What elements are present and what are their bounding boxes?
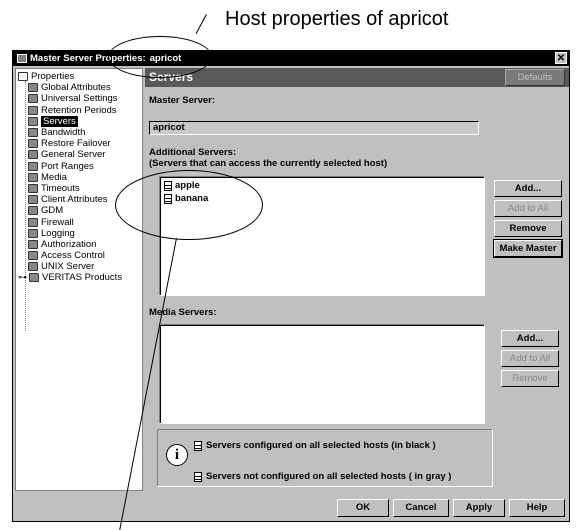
- window-titlebar: Master Server Properties: apricot ✕: [13, 51, 569, 66]
- unix-server-icon: [28, 262, 38, 272]
- master-server-properties-window: Master Server Properties: apricot ✕ Prop…: [12, 50, 570, 522]
- logging-icon: [28, 228, 38, 238]
- tree-item-label: Logging: [41, 227, 75, 239]
- legend-not-configured: Servers not configured on all selected h…: [194, 471, 451, 482]
- add-server-button[interactable]: Add...: [494, 180, 562, 197]
- tree-item-label: Media: [41, 171, 67, 183]
- legend-configured: Servers configured on all selected hosts…: [194, 440, 436, 451]
- bandwidth-icon: [28, 128, 38, 138]
- tree-item-port-ranges[interactable]: Port Ranges: [16, 161, 142, 172]
- remove-media-server-button[interactable]: Remove: [501, 370, 559, 387]
- tree-item-label: VERITAS Products: [42, 272, 123, 284]
- authorization-icon: [28, 239, 38, 249]
- tree-item-label: Access Control: [41, 250, 105, 262]
- annotation-leader-line: [195, 14, 207, 34]
- retention-icon: [28, 105, 38, 115]
- servers-panel: Servers Defaults Master Server: apricot …: [145, 68, 569, 491]
- tree-item-label: Firewall: [41, 216, 74, 228]
- clock-icon: [28, 183, 38, 193]
- properties-icon: [18, 72, 28, 82]
- tree-item-general-server[interactable]: General Server: [16, 149, 142, 160]
- tree-item-label: Timeouts: [41, 182, 80, 194]
- access-control-icon: [28, 251, 38, 261]
- tree-item-access-control[interactable]: Access Control: [16, 250, 142, 261]
- info-icon: i: [166, 444, 188, 466]
- port-icon: [28, 161, 38, 171]
- panel-header: Servers Defaults: [145, 68, 569, 87]
- legend-box: i Servers configured on all selected hos…: [157, 429, 493, 487]
- help-button[interactable]: Help: [509, 499, 565, 517]
- tree-item-media[interactable]: Media: [16, 172, 142, 183]
- cancel-button[interactable]: Cancel: [393, 499, 449, 517]
- callout-ellipse-servers: [115, 170, 263, 240]
- tree-item-label: Universal Settings: [41, 93, 118, 105]
- server-icon: [28, 116, 38, 126]
- tree-item-bandwidth[interactable]: Bandwidth: [16, 127, 142, 138]
- add-media-server-button[interactable]: Add...: [501, 330, 559, 347]
- window-app-icon: [17, 54, 27, 63]
- tree-item-unix-server[interactable]: UNIX Server: [16, 261, 142, 272]
- tree-item-label: General Server: [41, 149, 106, 161]
- tree-item-label: Global Attributes: [41, 82, 111, 94]
- media-servers-label: Media Servers:: [149, 307, 217, 318]
- additional-servers-sublabel: (Servers that can access the currently s…: [149, 158, 388, 169]
- make-master-button[interactable]: Make Master: [493, 239, 563, 258]
- media-add-to-all-button[interactable]: Add to All: [501, 350, 559, 367]
- failover-icon: [28, 139, 38, 149]
- ok-button[interactable]: OK: [337, 499, 389, 517]
- callout-ellipse-title: [108, 36, 212, 78]
- tree-item-label: Restore Failover: [41, 138, 111, 150]
- tree-item-retention-periods[interactable]: Retention Periods: [16, 105, 142, 116]
- media-servers-list[interactable]: [159, 324, 485, 424]
- properties-tree: Properties Global Attributes Universal Set…: [15, 68, 143, 491]
- server-icon: [28, 150, 38, 160]
- add-to-all-button[interactable]: Add to All: [494, 200, 562, 217]
- annotation-host-properties: Host properties of apricot: [225, 8, 449, 30]
- additional-servers-label: Additional Servers:: [149, 147, 237, 158]
- tree-item-servers[interactable]: Servers: [16, 115, 142, 127]
- tree-item-universal-settings[interactable]: Universal Settings: [16, 93, 142, 104]
- remove-server-button[interactable]: Remove: [494, 220, 562, 237]
- expand-icon[interactable]: ⊶: [18, 272, 28, 283]
- tree-item-veritas-products[interactable]: ⊶ VERITAS Products: [16, 272, 142, 283]
- tree-item-authorization[interactable]: Authorization: [16, 239, 142, 250]
- client-icon: [28, 195, 38, 205]
- close-icon[interactable]: ✕: [555, 52, 567, 64]
- tree-item-label: Bandwidth: [41, 127, 86, 139]
- settings-icon: [28, 94, 38, 104]
- legend-configured-text: Servers configured on all selected hosts…: [206, 440, 436, 451]
- globe-icon: [28, 83, 38, 93]
- server-icon: [194, 471, 202, 482]
- tree-item-label: GDM: [41, 205, 64, 217]
- master-server-field: apricot: [149, 121, 479, 135]
- tree-item-global-attributes[interactable]: Global Attributes: [16, 82, 142, 93]
- tree-item-properties[interactable]: Properties: [16, 71, 142, 82]
- apply-button[interactable]: Apply: [453, 499, 505, 517]
- media-icon: [28, 172, 38, 182]
- tree-item-label: Retention Periods: [41, 104, 117, 116]
- tree-item-label: Port Ranges: [41, 160, 94, 172]
- tree-item-logging[interactable]: Logging: [16, 228, 142, 239]
- tree-item-label: Client Attributes: [41, 194, 108, 206]
- gdm-icon: [28, 206, 38, 216]
- tree-item-label: Properties: [31, 71, 75, 83]
- server-icon: [194, 440, 202, 451]
- dialog-button-bar: OK Cancel Apply Help: [13, 493, 569, 521]
- defaults-button[interactable]: Defaults: [505, 69, 565, 86]
- legend-not-configured-text: Servers not configured on all selected h…: [206, 471, 452, 482]
- tree-item-label: Servers: [41, 115, 78, 127]
- firewall-icon: [28, 217, 38, 227]
- master-server-label: Master Server:: [149, 95, 216, 106]
- tree-item-label: UNIX Server: [41, 261, 95, 273]
- products-icon: [29, 273, 39, 283]
- tree-item-label: Authorization: [41, 238, 97, 250]
- tree-item-restore-failover[interactable]: Restore Failover: [16, 138, 142, 149]
